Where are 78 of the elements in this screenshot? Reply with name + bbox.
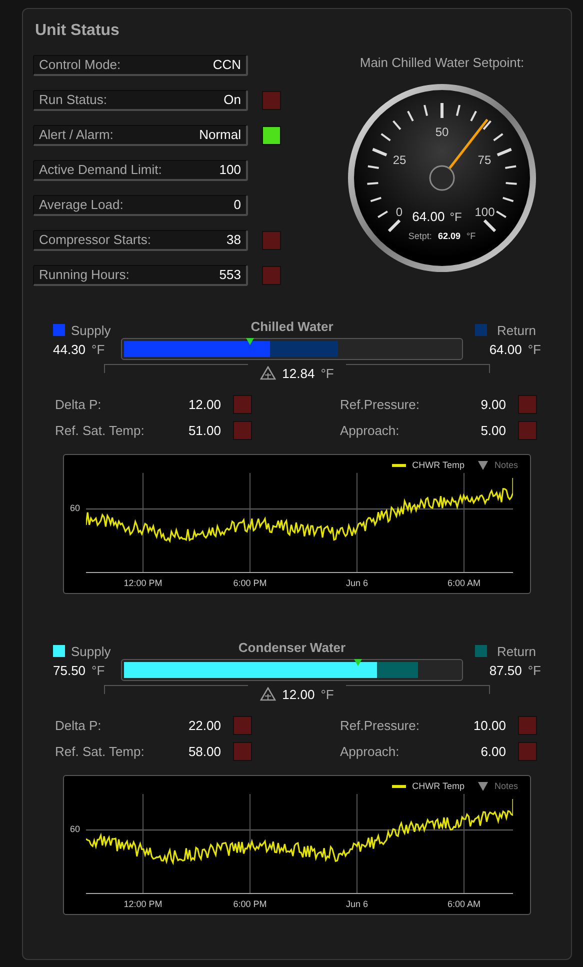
reading-value: 6.00 [480, 742, 506, 760]
loop-title: Chilled Water [250, 318, 334, 336]
y-axis-label: 60 [70, 502, 80, 515]
supply-value: 44.30 [53, 341, 86, 359]
x-axis-label: Jun 6 [346, 577, 368, 590]
x-axis-label: 6:00 PM [233, 898, 267, 911]
reading-value: 58.00 [188, 742, 221, 760]
return-value: 64.00 [489, 341, 522, 359]
reading-label: Delta P: [55, 396, 102, 414]
x-axis-label: Jun 6 [346, 898, 368, 911]
return-unit: °F [528, 662, 541, 680]
x-axis-label: 6:00 AM [447, 898, 481, 911]
setpoint-value: 62.09 [438, 230, 460, 242]
field-value: 0 [234, 196, 241, 214]
field-label: Running Hours: [39, 266, 130, 284]
setpoint-unit: °F [466, 230, 476, 242]
reading-value: 5.00 [480, 422, 506, 440]
x-axis-label: 6:00 PM [233, 577, 267, 590]
panel-title: Unit Status [35, 21, 120, 41]
field-label: Average Load: [39, 196, 124, 214]
field-value: Normal [199, 126, 241, 144]
delta-value: 12.00 [282, 686, 315, 704]
gauge-value: 64.00 [412, 208, 445, 226]
delta-unit: °F [320, 686, 334, 704]
reading-label: Ref.Pressure: [340, 717, 420, 735]
x-axis-label: 12:00 PM [124, 577, 162, 590]
reading-label: Approach: [340, 742, 400, 761]
supply-label: Supply [71, 642, 111, 661]
reading-value: 22.00 [188, 717, 221, 735]
field-value: 38 [226, 231, 241, 250]
reading-label: Ref.Pressure: [340, 396, 420, 414]
triangle-icon [478, 782, 488, 792]
supply-label: Supply [71, 322, 111, 340]
triangle-icon [478, 461, 488, 470]
delta-triangle-icon [260, 366, 276, 380]
reading-value: 51.00 [188, 422, 221, 440]
reading-value: 10.00 [473, 717, 506, 735]
reading-label: Ref. Sat. Temp: [55, 742, 146, 761]
field-value: 553 [219, 266, 241, 284]
reading-label: Delta P: [55, 717, 102, 735]
gauge-unit: °F [450, 208, 462, 226]
field-value: CCN [212, 56, 241, 74]
notes-label: Notes [494, 459, 518, 472]
reading-label: Approach: [340, 422, 400, 440]
gauge-scale-label: 50 [435, 126, 449, 138]
field-label: Run Status: [39, 91, 107, 110]
return-value: 87.50 [489, 662, 522, 680]
legend-label: CHWR Temp [412, 780, 464, 793]
x-axis-label: 6:00 AM [447, 577, 481, 590]
field-label: Control Mode: [39, 56, 121, 74]
reading-value: 12.00 [188, 396, 221, 414]
notes-label: Notes [494, 780, 518, 793]
reading-label: Ref. Sat. Temp: [55, 422, 146, 440]
reading-value: 9.00 [480, 396, 506, 414]
field-label: Active Demand Limit: [39, 161, 162, 180]
field-value: On [224, 91, 241, 110]
gauge-scale-label: 25 [392, 154, 406, 166]
gauge-scale-label: 75 [478, 154, 492, 166]
gauge-title: Main Chilled Water Setpoint: [360, 54, 524, 72]
field-value: 100 [219, 161, 241, 180]
return-label: Return [497, 322, 536, 340]
supply-unit: °F [92, 662, 105, 680]
loop-title: Condenser Water [238, 639, 346, 657]
return-unit: °F [528, 341, 541, 359]
gauge-scale-label: 100 [474, 206, 495, 218]
x-axis-label: 12:00 PM [124, 898, 162, 911]
field-label: Compressor Starts: [39, 231, 151, 250]
delta-unit: °F [320, 364, 334, 382]
y-axis-label: 60 [70, 823, 80, 836]
supply-value: 75.50 [53, 662, 86, 680]
legend-label: CHWR Temp [412, 459, 464, 472]
delta-triangle-icon [260, 687, 276, 702]
delta-value: 12.84 [282, 364, 315, 382]
return-label: Return [497, 642, 536, 660]
supply-unit: °F [92, 341, 105, 359]
field-label: Alert / Alarm: [39, 126, 114, 144]
setpoint-label: Setpt: [408, 230, 432, 243]
gauge-scale-label: 0 [396, 206, 403, 218]
